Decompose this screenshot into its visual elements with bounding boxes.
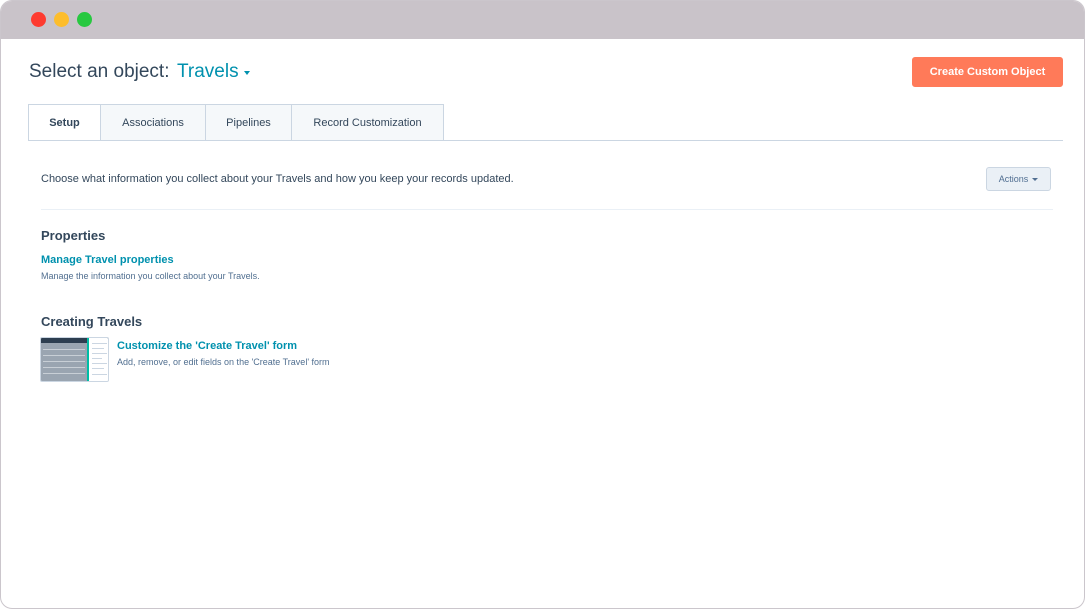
actions-button-label: Actions [998, 174, 1029, 184]
selected-object-value: Travels [177, 61, 239, 82]
customize-create-form-description: Add, remove, or edit fields on the 'Crea… [117, 357, 330, 367]
manage-properties-link[interactable]: Manage Travel properties [41, 254, 174, 266]
actions-dropdown-button[interactable]: Actions [986, 167, 1051, 191]
caret-down-icon [243, 71, 250, 75]
object-selector-dropdown[interactable]: Travels [177, 61, 250, 83]
properties-heading: Properties [41, 228, 106, 243]
form-preview-thumbnail [40, 337, 109, 382]
tab-setup[interactable]: Setup [28, 104, 101, 141]
app-window: Select an object: Travels Create Custom … [0, 0, 1085, 609]
create-custom-object-button[interactable]: Create Custom Object [912, 57, 1063, 87]
tab-record-customization[interactable]: Record Customization [292, 104, 444, 141]
creating-travels-heading: Creating Travels [41, 314, 143, 329]
tab-underline [28, 140, 1063, 141]
tab-associations[interactable]: Associations [101, 104, 206, 141]
section-divider [41, 209, 1053, 210]
close-window-button[interactable] [31, 12, 46, 27]
maximize-window-button[interactable] [77, 12, 92, 27]
customize-create-form-link[interactable]: Customize the 'Create Travel' form [117, 340, 297, 352]
tab-pipelines[interactable]: Pipelines [206, 104, 292, 141]
caret-down-icon [1032, 177, 1039, 181]
minimize-window-button[interactable] [54, 12, 69, 27]
setup-intro-text: Choose what information you collect abou… [41, 173, 514, 185]
window-titlebar [1, 1, 1084, 39]
select-object-label: Select an object: [29, 61, 170, 82]
tab-bar: Setup Associations Pipelines Record Cust… [28, 104, 444, 141]
manage-properties-description: Manage the information you collect about… [41, 271, 260, 281]
